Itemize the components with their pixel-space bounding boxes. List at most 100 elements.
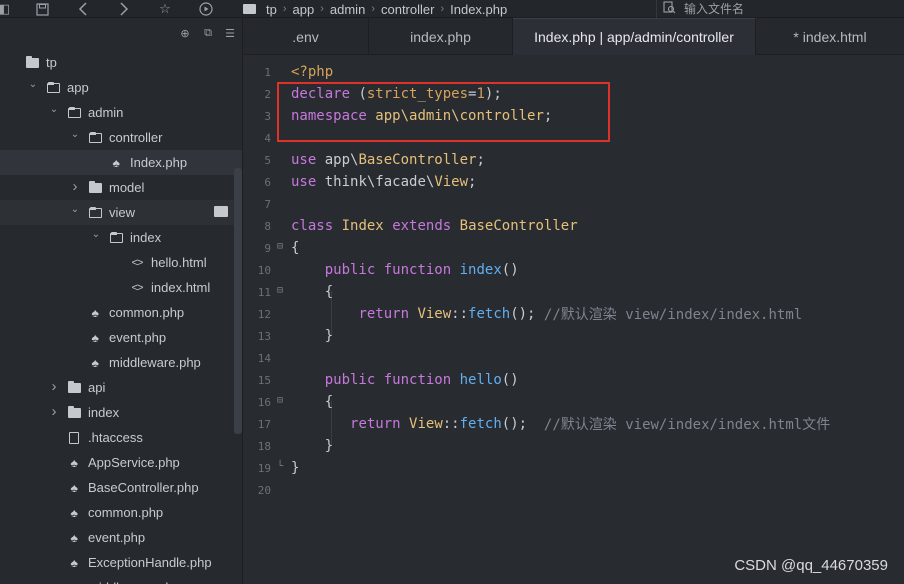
code-line: return View:: fetch (); //默认渲染 view/index/… — [291, 303, 802, 325]
tree-item-admin-common-php[interactable]: ♠ common.php — [0, 300, 242, 325]
star-icon[interactable]: ☆ — [157, 1, 173, 17]
tree-item-basecontroller-php[interactable]: ♠ BaseController.php — [0, 475, 242, 500]
folder-icon — [24, 56, 40, 70]
folder-open-icon — [45, 81, 61, 95]
code-token: View — [409, 416, 443, 432]
tree-item-exceptionhandle-php[interactable]: ♠ ExceptionHandle.php — [0, 550, 242, 575]
line-number: 3 — [264, 110, 271, 123]
new-folder-icon[interactable] — [214, 206, 228, 217]
tree-item-admin[interactable]: ⌄ admin — [0, 100, 242, 125]
tree-item-tp[interactable]: tp — [0, 50, 242, 75]
breadcrumb-item[interactable]: tp — [266, 2, 277, 17]
line-number: 12 — [257, 308, 271, 321]
tree-item-app-index[interactable]: › index — [0, 400, 242, 425]
chevron-right-icon[interactable]: › — [69, 178, 81, 195]
code-token: //默认渲染 view/index/index.html — [543, 307, 803, 323]
tree-item-api[interactable]: › api — [0, 375, 242, 400]
tree-item-common-php[interactable]: ♠ common.php — [0, 500, 242, 525]
chevron-down-icon[interactable]: ⌄ — [90, 228, 102, 240]
tree-item-event-php[interactable]: ♠ event.php — [0, 525, 242, 550]
breadcrumb-item[interactable]: app — [293, 2, 315, 17]
breadcrumb-item[interactable]: admin — [330, 2, 365, 17]
tab-controller-index-php[interactable]: Index.php | app/admin/controller — [513, 18, 756, 55]
code-line: { — [291, 391, 333, 413]
code-line: <?php — [291, 61, 333, 83]
tree-item-label: middleware.php — [109, 355, 201, 370]
tree-item-middleware-php[interactable]: ♠middleware.php — [0, 575, 242, 584]
tree-item-htaccess[interactable]: .htaccess — [0, 425, 242, 450]
tree-item-appservice-php[interactable]: ♠ AppService.php — [0, 450, 242, 475]
code-token: app\ — [316, 152, 359, 168]
code-token: } — [291, 438, 334, 454]
tree-item-admin-middleware-php[interactable]: ♠ middleware.php — [0, 350, 242, 375]
folder-icon — [66, 406, 82, 420]
file-search — [656, 0, 904, 18]
chevron-down-icon[interactable]: ⌄ — [48, 103, 60, 115]
chevron-down-icon[interactable]: ⌄ — [27, 78, 39, 90]
file-search-input[interactable] — [684, 2, 884, 16]
breadcrumb-item[interactable]: Index.php — [450, 2, 507, 17]
sidebar-scrollbar[interactable] — [234, 168, 242, 434]
tree-item-label: index — [88, 405, 120, 420]
tree-item-index-php[interactable]: ♠ Index.php — [0, 150, 242, 175]
code-token: ; — [468, 174, 477, 190]
chevron-right-icon: › — [282, 3, 287, 15]
top-toolbar: ◧ ☆ tp › app › admin › controller › Inde… — [0, 0, 904, 18]
folder-icon — [243, 4, 256, 14]
php-file-icon: ♠ — [70, 456, 78, 470]
code-token: function — [383, 262, 452, 278]
tree-item-admin-event-php[interactable]: ♠ event.php — [0, 325, 242, 350]
tree-item-view[interactable]: ⌄ view — [0, 200, 242, 225]
tree-item-label: BaseController.php — [88, 480, 199, 495]
fold-toggle-icon[interactable]: ⊟ — [277, 241, 283, 252]
line-number: 17 — [257, 418, 271, 431]
file-tree: tp ⌄ app ⌄ admin ⌄ controller ♠ Index.php › model ⌄… — [0, 50, 242, 584]
annotation-highlight-box — [277, 82, 610, 142]
save-icon[interactable] — [34, 1, 50, 17]
fold-toggle-icon[interactable]: ⊟ — [277, 395, 283, 406]
tree-item-app[interactable]: ⌄ app — [0, 75, 242, 100]
locate-icon[interactable]: ⊕ — [178, 26, 192, 40]
tree-item-controller[interactable]: ⌄ controller — [0, 125, 242, 150]
forward-icon[interactable] — [116, 1, 132, 17]
line-number: 16 — [257, 396, 271, 409]
tree-item-index-html[interactable]: <> index.html — [0, 275, 242, 300]
tree-item-label: AppService.php — [88, 455, 180, 470]
chevron-right-icon[interactable]: › — [48, 378, 60, 395]
tree-item-model[interactable]: › model — [0, 175, 242, 200]
panel-icon[interactable]: ◧ — [0, 1, 12, 17]
tree-item-hello-html[interactable]: <> hello.html — [0, 250, 242, 275]
tree-item-view-index[interactable]: ⌄ index — [0, 225, 242, 250]
php-file-icon: ♠ — [112, 156, 120, 170]
fold-toggle-icon[interactable]: └ — [277, 461, 283, 472]
line-number: 18 — [257, 440, 271, 453]
chevron-right-icon[interactable]: › — [48, 403, 60, 420]
code-token: function — [383, 372, 452, 388]
back-icon[interactable] — [75, 1, 91, 17]
breadcrumb-item[interactable]: controller — [381, 2, 434, 17]
line-number: 19 — [257, 462, 271, 475]
tab-index-html[interactable]: * index.html — [756, 18, 904, 55]
tree-item-label: .htaccess — [88, 430, 143, 445]
chevron-down-icon[interactable]: ⌄ — [69, 203, 81, 215]
fold-toggle-icon[interactable]: ⊟ — [277, 285, 283, 296]
tab-index-php[interactable]: index.php — [369, 18, 513, 55]
line-number: 14 — [257, 352, 271, 365]
code-token: fetch — [459, 416, 502, 432]
chevron-down-icon[interactable]: ⌄ — [69, 128, 81, 140]
menu-icon[interactable]: ☰ — [223, 26, 237, 40]
run-icon[interactable] — [198, 1, 214, 17]
tab-env[interactable]: .env — [243, 18, 369, 55]
code-token: (); — [501, 416, 544, 432]
line-number: 13 — [257, 330, 271, 343]
code-line: { — [291, 281, 333, 303]
php-file-icon: ♠ — [91, 331, 99, 345]
collapse-all-icon[interactable]: ⧉ — [201, 26, 215, 40]
code-token: () — [501, 372, 519, 388]
folder-open-icon — [87, 206, 103, 220]
code-token: extends — [392, 218, 452, 234]
